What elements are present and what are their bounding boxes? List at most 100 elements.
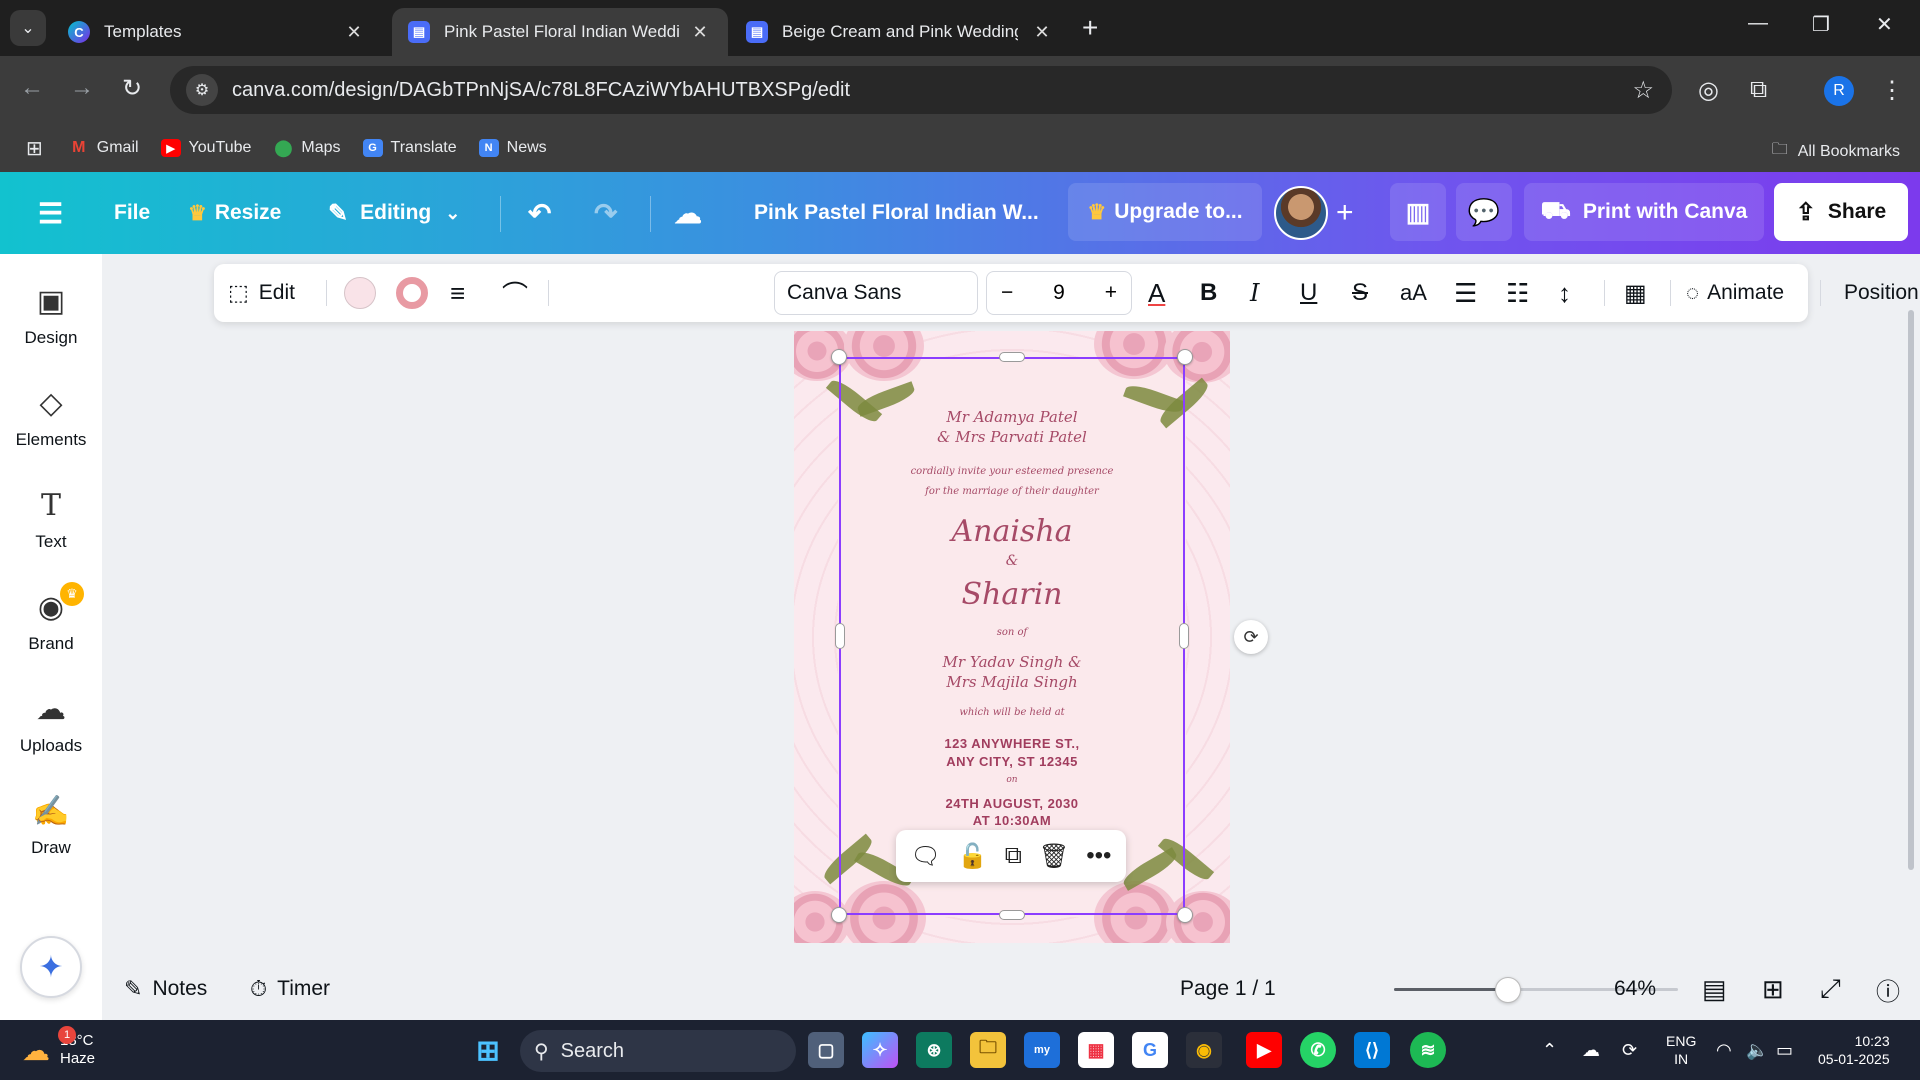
magic-sparkle-icon[interactable]: ✦: [20, 936, 82, 998]
apps-grid-icon[interactable]: ⊞: [26, 136, 43, 161]
spotify-icon[interactable]: ≋: [1410, 1032, 1446, 1068]
vscode-icon[interactable]: ⟨⟩: [1354, 1032, 1390, 1068]
user-avatar[interactable]: [1274, 186, 1328, 240]
onedrive-icon[interactable]: ☁: [1582, 1020, 1600, 1080]
align-center-icon[interactable]: ☰: [1454, 264, 1477, 322]
sidebar-item-draw[interactable]: ✍ Draw: [0, 794, 102, 858]
edit-button[interactable]: ⬚ Edit: [228, 264, 295, 322]
corner-rounding-icon[interactable]: ⌒: [502, 264, 528, 322]
extensions-puzzle-icon[interactable]: ⧉: [1750, 76, 1767, 104]
taskbar-search[interactable]: ⚲ Search: [520, 1030, 796, 1072]
file-explorer-icon[interactable]: 🗀: [970, 1032, 1006, 1068]
extension-target-icon[interactable]: ◎: [1698, 76, 1719, 105]
page-indicator[interactable]: Page 1 / 1: [1180, 958, 1276, 1020]
reload-icon[interactable]: ↻: [122, 74, 142, 103]
microsoft-store-icon[interactable]: ▦: [1078, 1032, 1114, 1068]
close-tab-icon[interactable]: ✕: [688, 22, 712, 43]
canvas-scrollbar[interactable]: [1908, 310, 1914, 870]
site-info-icon[interactable]: ⚙: [186, 74, 218, 106]
forward-icon[interactable]: →: [70, 74, 94, 102]
duplicate-icon[interactable]: ⧉: [1005, 842, 1022, 870]
windows-start-icon[interactable]: ⊞: [470, 1032, 506, 1068]
task-view-icon[interactable]: ▢: [808, 1032, 844, 1068]
animate-button[interactable]: ◌ Animate: [1686, 264, 1784, 322]
language-indicator[interactable]: ENG IN: [1666, 1020, 1696, 1080]
resize-handle-right[interactable]: [1179, 623, 1189, 649]
transparency-icon[interactable]: ▦: [1624, 264, 1647, 322]
close-tab-icon[interactable]: ✕: [1030, 22, 1054, 43]
delete-trash-icon[interactable]: 🗑: [1039, 842, 1069, 871]
border-style-icon[interactable]: ≡: [450, 264, 465, 322]
sidebar-item-text[interactable]: T Text: [0, 488, 102, 552]
more-options-icon[interactable]: •••: [1086, 842, 1111, 870]
tab-search-button[interactable]: ⌄: [10, 10, 46, 46]
text-color-icon[interactable]: A: [1148, 264, 1165, 322]
bookmark-translate[interactable]: G Translate: [362, 139, 457, 157]
comments-icon[interactable]: 💬: [1456, 183, 1512, 241]
address-bar[interactable]: ⚙ canva.com/design/DAGbTPnNjSA/c78L8FCAz…: [170, 66, 1672, 114]
resize-handle-left[interactable]: [835, 623, 845, 649]
new-tab-icon[interactable]: +: [1082, 12, 1098, 44]
sidebar-item-brand[interactable]: ◉ ♛ Brand: [0, 582, 102, 654]
bold-icon[interactable]: B: [1200, 264, 1217, 322]
youtube-app-icon[interactable]: ▶: [1246, 1032, 1282, 1068]
add-collaborator-icon[interactable]: +: [1336, 172, 1354, 254]
share-button[interactable]: ⇪ Share: [1774, 183, 1908, 241]
file-menu[interactable]: File: [114, 172, 150, 254]
hamburger-menu-icon[interactable]: ☰: [38, 172, 63, 254]
decrease-size-icon[interactable]: −: [1001, 281, 1013, 305]
menu-kebab-icon[interactable]: ⋮: [1880, 76, 1904, 105]
grid-view-icon[interactable]: ⊞: [1762, 958, 1784, 1020]
insights-chart-icon[interactable]: ▥: [1390, 183, 1446, 241]
bookmark-news[interactable]: N News: [478, 139, 547, 157]
mylip-app-icon[interactable]: my: [1024, 1032, 1060, 1068]
volume-icon[interactable]: 🔈: [1746, 1020, 1768, 1080]
font-size-stepper[interactable]: − 9 +: [986, 271, 1132, 315]
tab-pink-pastel-wedding[interactable]: ▤ Pink Pastel Floral Indian Wedding I ✕: [392, 8, 728, 56]
print-with-canva-button[interactable]: ⛟ Print with Canva: [1524, 183, 1764, 241]
cloud-saved-icon[interactable]: ☁: [674, 172, 702, 254]
whatsapp-icon[interactable]: ✆: [1300, 1032, 1336, 1068]
add-comment-icon[interactable]: 🗨: [910, 842, 940, 871]
chatgpt-icon[interactable]: ⊛: [916, 1032, 952, 1068]
resize-handle-top[interactable]: [999, 352, 1025, 362]
document-title[interactable]: Pink Pastel Floral Indian W...: [754, 172, 1039, 254]
copilot-icon[interactable]: ✧: [862, 1032, 898, 1068]
sidebar-item-uploads[interactable]: ☁ Uploads: [0, 692, 102, 756]
back-icon[interactable]: ←: [20, 74, 44, 102]
resize-handle-top-right[interactable]: [1177, 349, 1193, 365]
minimize-icon[interactable]: —: [1748, 12, 1768, 35]
font-family-select[interactable]: Canva Sans: [774, 271, 978, 315]
chrome-icon[interactable]: ◉: [1186, 1032, 1222, 1068]
underline-icon[interactable]: U: [1300, 264, 1317, 322]
undo-icon[interactable]: ↶: [528, 172, 551, 254]
close-tab-icon[interactable]: ✕: [342, 22, 366, 43]
sync-icon[interactable]: ⟳: [1622, 1020, 1637, 1080]
border-color-swatch[interactable]: [396, 277, 428, 309]
tab-templates[interactable]: C Templates ✕: [52, 8, 382, 56]
sidebar-item-design[interactable]: ▣ Design: [0, 284, 102, 348]
resize-button[interactable]: ♛ Resize: [188, 172, 281, 254]
timer-button[interactable]: ⏱ Timer: [250, 958, 330, 1020]
resize-handle-bottom-left[interactable]: [831, 907, 847, 923]
letter-case-icon[interactable]: aA: [1400, 264, 1427, 322]
list-icon[interactable]: ☷: [1506, 264, 1529, 322]
notes-button[interactable]: ✎ Notes: [124, 958, 207, 1020]
strikethrough-icon[interactable]: S: [1352, 264, 1368, 322]
line-spacing-icon[interactable]: ↕: [1558, 264, 1571, 322]
bookmark-youtube[interactable]: ▶ YouTube: [160, 139, 251, 157]
resize-handle-bottom[interactable]: [999, 910, 1025, 920]
resize-handle-top-left[interactable]: [831, 349, 847, 365]
bookmark-maps[interactable]: ⬤ Maps: [273, 139, 340, 157]
upgrade-button[interactable]: ♛ Upgrade to...: [1068, 183, 1262, 241]
sidebar-item-elements[interactable]: ◇ Elements: [0, 386, 102, 450]
redo-icon[interactable]: ↷: [594, 172, 617, 254]
wifi-icon[interactable]: ◠: [1716, 1020, 1732, 1080]
resize-handle-bottom-right[interactable]: [1177, 907, 1193, 923]
increase-size-icon[interactable]: +: [1105, 281, 1117, 305]
rotate-icon[interactable]: ⟳: [1234, 620, 1268, 654]
tray-overflow-icon[interactable]: ⌃: [1542, 1020, 1557, 1080]
tab-beige-cream-wedding[interactable]: ▤ Beige Cream and Pink Wedding In ✕: [730, 8, 1070, 56]
clock[interactable]: 10:23 05-01-2025: [1818, 1020, 1890, 1080]
fill-color-swatch[interactable]: [344, 277, 376, 309]
